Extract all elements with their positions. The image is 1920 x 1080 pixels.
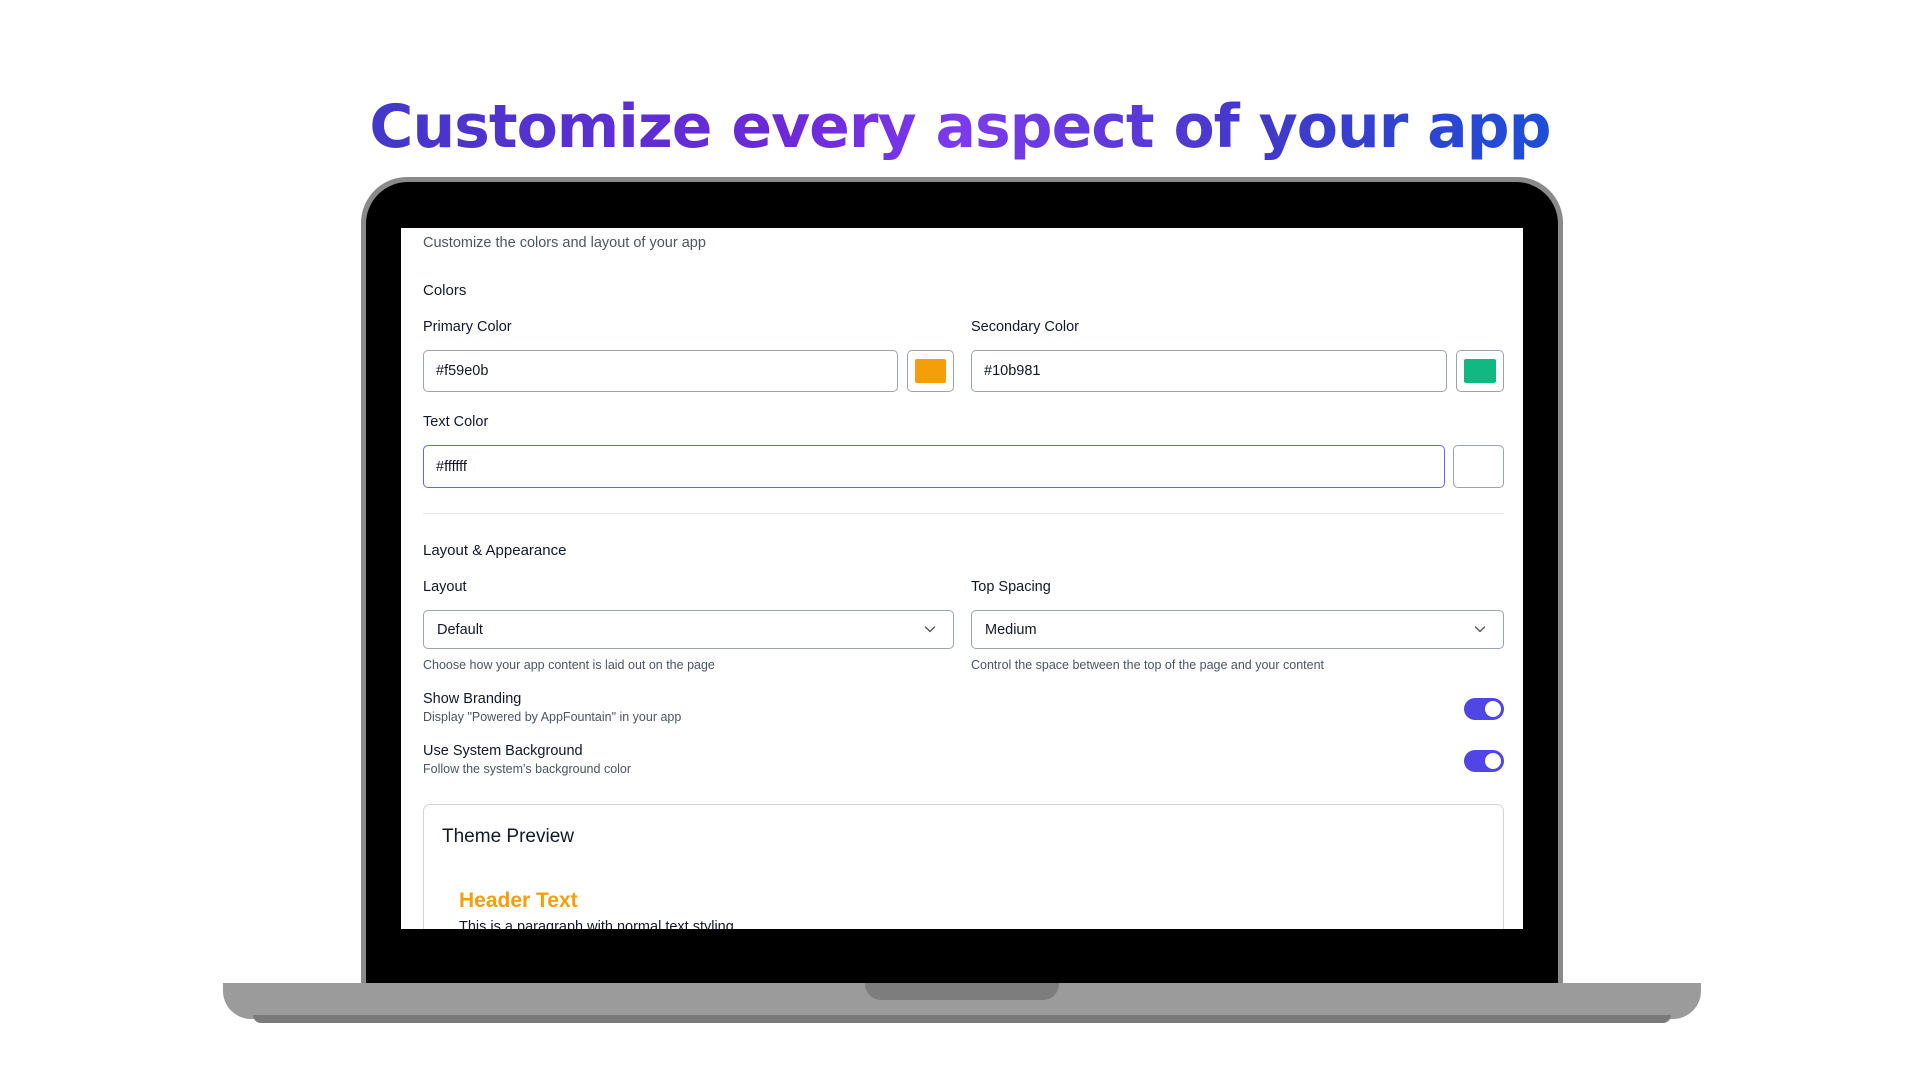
layout-help-text: Choose how your app content is laid out … <box>423 658 715 672</box>
text-color-swatch-button[interactable] <box>1453 445 1504 488</box>
colors-section-title: Colors <box>423 282 467 299</box>
text-color-swatch <box>1461 454 1496 479</box>
preview-paragraph: This is a paragraph with normal text sty… <box>459 919 738 929</box>
headline-text: Customize every aspect of your app <box>369 92 1551 162</box>
system-background-toggle[interactable] <box>1464 750 1504 772</box>
primary-color-swatch-button[interactable] <box>907 350 954 392</box>
stage: Customize every aspect of your app Custo… <box>0 0 1920 1080</box>
secondary-color-input[interactable] <box>971 350 1447 392</box>
text-color-label: Text Color <box>423 414 489 430</box>
theme-preview-title: Theme Preview <box>442 826 574 847</box>
secondary-color-swatch <box>1464 359 1496 383</box>
marketing-headline: Customize every aspect of your app <box>0 92 1920 162</box>
primary-color-swatch <box>915 359 946 383</box>
chevron-down-icon <box>924 626 936 633</box>
top-spacing-select-value: Medium <box>985 622 1037 638</box>
theme-preview-card: Theme Preview Header Text This is a para… <box>423 804 1504 929</box>
show-branding-label: Show Branding <box>423 691 522 707</box>
page-subtitle: Customize the colors and layout of your … <box>423 235 706 251</box>
show-branding-toggle[interactable] <box>1464 698 1504 720</box>
laptop-notch <box>865 983 1059 1000</box>
layout-select[interactable]: Default <box>423 610 954 649</box>
top-spacing-select[interactable]: Medium <box>971 610 1504 649</box>
secondary-color-swatch-button[interactable] <box>1456 350 1504 392</box>
chevron-down-icon <box>1474 626 1486 633</box>
show-branding-description: Display "Powered by AppFountain" in your… <box>423 710 682 724</box>
primary-color-input[interactable] <box>423 350 898 392</box>
laptop-screen: Customize the colors and layout of your … <box>401 228 1523 929</box>
toggle-knob <box>1485 701 1501 717</box>
laptop-base-shadow <box>253 1015 1671 1023</box>
preview-header-text: Header Text <box>459 889 578 912</box>
text-color-input[interactable] <box>423 445 1445 488</box>
layout-select-value: Default <box>437 622 483 638</box>
section-divider <box>423 513 1504 514</box>
layout-section-title: Layout & Appearance <box>423 542 567 559</box>
system-background-description: Follow the system's background color <box>423 762 632 776</box>
layout-label: Layout <box>423 579 467 595</box>
top-spacing-help-text: Control the space between the top of the… <box>971 658 1325 672</box>
primary-color-label: Primary Color <box>423 319 512 335</box>
toggle-knob <box>1485 753 1501 769</box>
top-spacing-label: Top Spacing <box>971 579 1051 595</box>
secondary-color-label: Secondary Color <box>971 319 1079 335</box>
system-background-label: Use System Background <box>423 743 583 759</box>
